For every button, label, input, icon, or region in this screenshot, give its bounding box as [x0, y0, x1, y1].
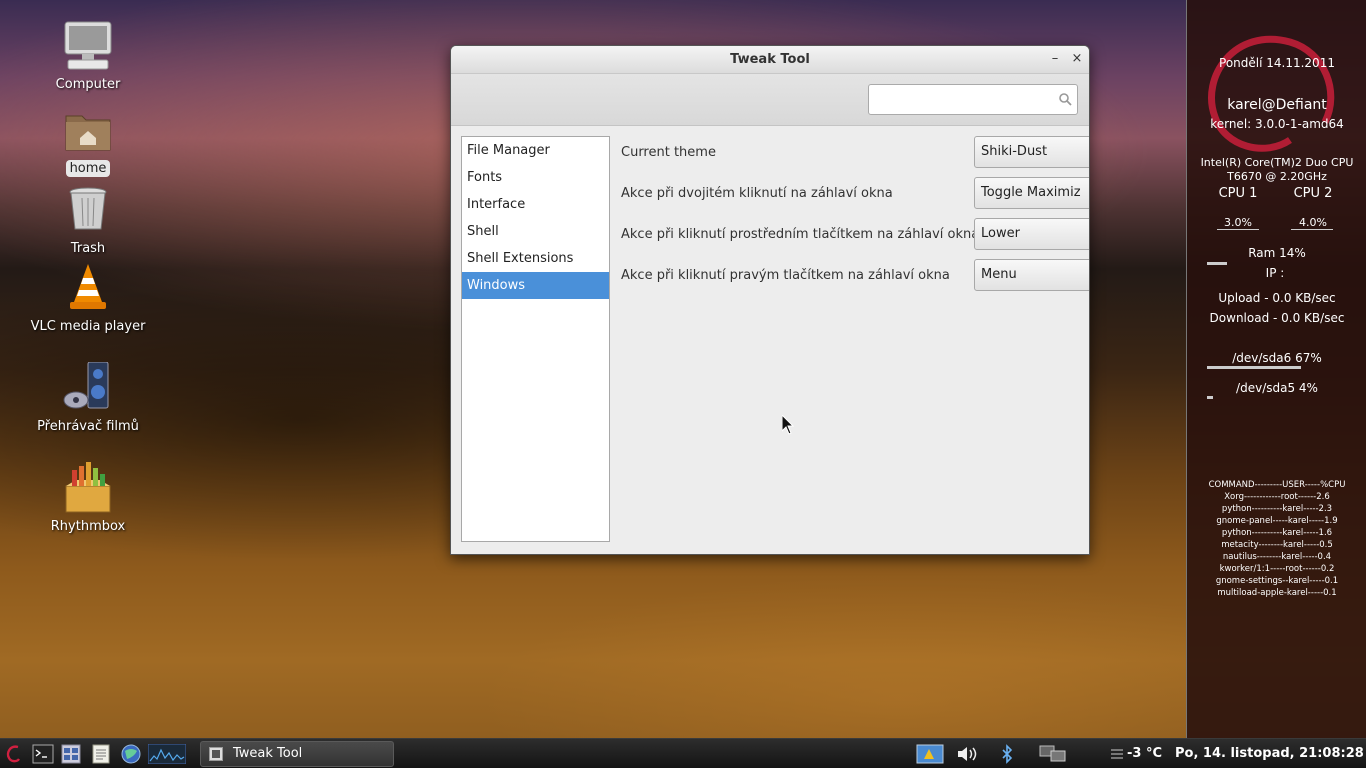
- process-list: COMMAND---------USER-----%CPU Xorg------…: [1187, 479, 1366, 599]
- trash-icon: [62, 184, 114, 236]
- rhythmbox-icon: [62, 462, 114, 514]
- conky-user: karel@Defiant: [1227, 97, 1327, 113]
- setting-label: Akce při dvojitém kliknutí na záhlaví ok…: [621, 186, 893, 201]
- double-click-action-combo[interactable]: Toggle Maximiz: [974, 177, 1089, 209]
- conky-upload: Upload - 0.0 KB/sec: [1218, 291, 1336, 305]
- file-manager-icon[interactable]: [60, 744, 82, 764]
- setting-row-right-click: Akce při kliknutí pravým tlačítkem na zá…: [611, 259, 1089, 293]
- desktop-icon-home[interactable]: home: [13, 104, 163, 177]
- bottom-panel: Tweak Tool -3 °C Po, 14. listopad, 21:08…: [0, 738, 1366, 768]
- terminal-icon[interactable]: [32, 744, 54, 764]
- desktop-icon-movie-player[interactable]: Přehrávač filmů: [13, 361, 163, 435]
- setting-row-current-theme: Current theme Shiki-Dust: [611, 136, 1089, 170]
- conky-system-monitor: Pondělí 14.11.2011 karel@Defiant kernel:…: [1186, 0, 1366, 738]
- desktop-icon-label: Computer: [55, 77, 121, 92]
- conky-ram: Ram 14%: [1248, 246, 1306, 260]
- process-row: python----------karel-----2.3: [1221, 504, 1333, 514]
- task-button-label: Tweak Tool: [233, 746, 303, 761]
- sidebar-item-file-manager[interactable]: File Manager: [462, 137, 609, 164]
- process-row: gnome-panel-----karel-----1.9: [1216, 516, 1338, 526]
- tweak-tool-window: Tweak Tool – × File Manager Fonts Interf…: [450, 45, 1090, 555]
- ram-bar: [1207, 262, 1227, 265]
- conky-sda6: /dev/sda6 67%: [1232, 351, 1322, 365]
- vlc-cone-icon: [62, 262, 114, 314]
- desktop-icon-label: VLC media player: [30, 319, 146, 334]
- conky-cpu-model: Intel(R) Core(TM)2 Duo CPU: [1200, 156, 1354, 169]
- sidebar-item-shell[interactable]: Shell: [462, 218, 609, 245]
- conky-download: Download - 0.0 KB/sec: [1209, 311, 1345, 325]
- category-sidebar: File Manager Fonts Interface Shell Shell…: [461, 136, 610, 542]
- desktop-icon-label: Trash: [70, 241, 106, 256]
- desktop-icon-label: Rhythmbox: [50, 519, 126, 534]
- text-editor-icon[interactable]: [90, 744, 112, 764]
- movie-player-icon: [62, 361, 114, 414]
- home-folder-icon: [62, 104, 114, 156]
- window-toolbar: [451, 74, 1089, 126]
- setting-label: Current theme: [621, 145, 716, 160]
- conky-ip: IP :: [1265, 266, 1285, 280]
- cpu2-underline: [1291, 229, 1333, 230]
- process-row: kworker/1:1-----root------0.2: [1219, 564, 1335, 574]
- theme-combo[interactable]: Shiki-Dust: [974, 136, 1089, 168]
- weather-icon: [1111, 749, 1123, 759]
- sda5-bar: [1207, 396, 1213, 399]
- system-monitor-icon[interactable]: [148, 744, 186, 764]
- sidebar-item-shell-extensions[interactable]: Shell Extensions: [462, 245, 609, 272]
- sidebar-item-interface[interactable]: Interface: [462, 191, 609, 218]
- sda6-bar: [1207, 366, 1301, 369]
- process-row: Xorg------------root------2.6: [1224, 492, 1330, 502]
- process-row: metacity--------karel-----0.5: [1221, 540, 1333, 550]
- window-titlebar[interactable]: Tweak Tool – ×: [451, 46, 1089, 74]
- desktop-icon-vlc[interactable]: VLC media player: [13, 262, 163, 335]
- network-icon[interactable]: [1038, 744, 1068, 764]
- search-icon: [1059, 93, 1072, 106]
- window-app-icon: [209, 747, 223, 761]
- conky-sda5: /dev/sda5 4%: [1236, 381, 1318, 395]
- conky-cpu2-value: 4.0%: [1299, 216, 1327, 229]
- desktop-icon-computer[interactable]: Computer: [13, 20, 163, 93]
- sidebar-item-fonts[interactable]: Fonts: [462, 164, 609, 191]
- window-title: Tweak Tool: [730, 52, 810, 67]
- sidebar-item-windows[interactable]: Windows: [462, 272, 609, 299]
- computer-icon: [62, 20, 114, 72]
- desktop-icon-label: Přehrávač filmů: [37, 419, 139, 434]
- search-input[interactable]: [868, 84, 1078, 115]
- update-notifier-icon[interactable]: [916, 744, 944, 764]
- setting-label: Akce při kliknutí pravým tlačítkem na zá…: [621, 268, 950, 283]
- setting-row-double-click: Akce při dvojitém kliknutí na záhlaví ok…: [611, 177, 1089, 211]
- middle-click-action-combo[interactable]: Lower: [974, 218, 1089, 250]
- debian-menu-icon[interactable]: [4, 744, 26, 764]
- clock[interactable]: Po, 14. listopad, 21:08:28: [1175, 746, 1364, 761]
- process-row: python----------karel-----1.6: [1221, 528, 1333, 538]
- temperature-readout: -3 °C: [1127, 746, 1163, 761]
- minimize-button[interactable]: –: [1047, 51, 1063, 67]
- desktop-icon-rhythmbox[interactable]: Rhythmbox: [13, 462, 163, 535]
- process-row: multiload-apple-karel-----0.1: [1217, 588, 1337, 598]
- process-row: nautilus--------karel-----0.4: [1222, 552, 1332, 562]
- close-button[interactable]: ×: [1069, 51, 1085, 67]
- setting-row-middle-click: Akce při kliknutí prostředním tlačítkem …: [611, 218, 1089, 252]
- desktop-icon-label: home: [65, 160, 111, 177]
- task-button-tweak-tool[interactable]: Tweak Tool: [200, 741, 394, 767]
- process-row: gnome-settings--karel-----0.1: [1215, 576, 1339, 586]
- web-browser-icon[interactable]: [120, 744, 142, 764]
- conky-date: Pondělí 14.11.2011: [1219, 56, 1335, 70]
- mouse-pointer-icon: [782, 415, 794, 435]
- conky-cpu2-label: CPU 2: [1293, 186, 1333, 201]
- cpu1-underline: [1217, 229, 1259, 230]
- volume-icon[interactable]: [956, 744, 978, 764]
- setting-label: Akce při kliknutí prostředním tlačítkem …: [621, 227, 980, 242]
- conky-kernel: kernel: 3.0.0-1-amd64: [1210, 117, 1344, 131]
- desktop-icon-trash[interactable]: Trash: [13, 184, 163, 257]
- bluetooth-icon[interactable]: [996, 744, 1018, 764]
- conky-cpu-speed: T6670 @ 2.20GHz: [1227, 170, 1327, 183]
- process-header: COMMAND---------USER-----%CPU: [1208, 480, 1346, 490]
- right-click-action-combo[interactable]: Menu: [974, 259, 1089, 291]
